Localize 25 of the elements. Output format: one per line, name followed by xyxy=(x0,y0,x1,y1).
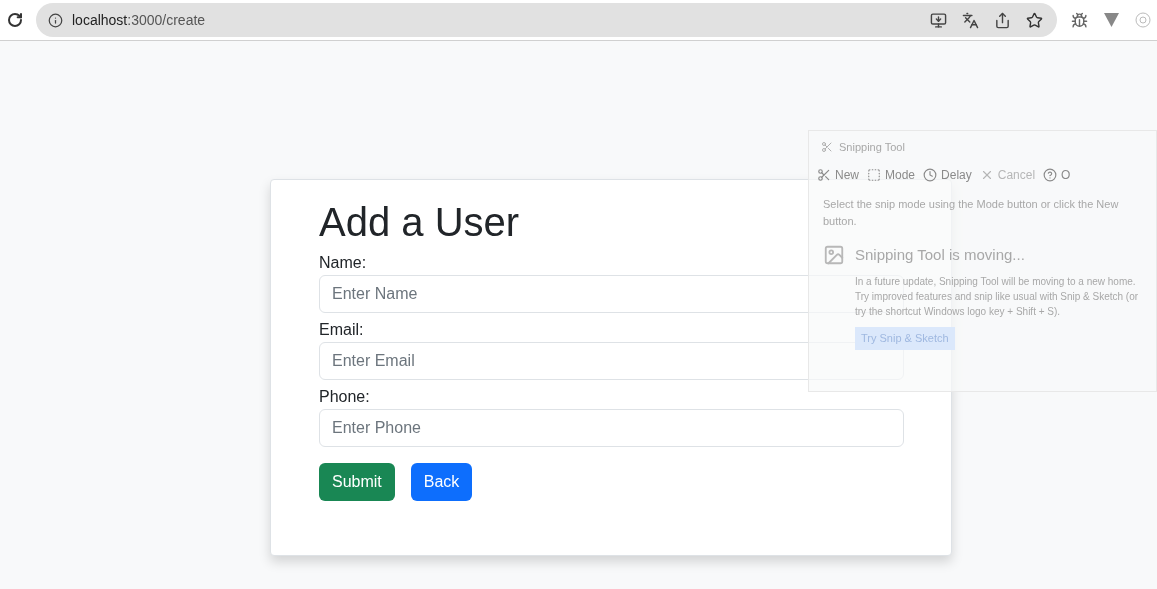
field-label: Email: xyxy=(319,320,364,340)
form-button[interactable]: Back xyxy=(410,463,473,501)
translate-icon[interactable] xyxy=(962,11,979,29)
text-input[interactable]: Enter Phone xyxy=(319,409,904,447)
install-icon[interactable] xyxy=(930,11,947,29)
scissors-icon xyxy=(817,167,831,182)
window-title: Snipping Tool xyxy=(839,140,905,155)
notice-title: Snipping Tool is moving... xyxy=(855,244,1026,265)
info-icon[interactable] xyxy=(48,12,63,28)
dashed-square-icon xyxy=(867,167,881,182)
hint-text: Select the snip mode using the Mode button or click the New button. xyxy=(822,196,1120,229)
bookmark-star-icon[interactable] xyxy=(1026,11,1043,29)
photo-icon xyxy=(823,243,845,266)
app-icon xyxy=(821,141,833,154)
help-icon xyxy=(1043,167,1058,182)
field-label: Name: xyxy=(319,253,367,273)
url-text: localhost:3000/create xyxy=(72,10,206,30)
form-title: Add a User xyxy=(319,199,520,246)
share-icon[interactable] xyxy=(994,11,1011,29)
reload-icon[interactable] xyxy=(7,12,23,28)
address-bar[interactable]: localhost:3000/create xyxy=(36,3,1057,37)
field-label: Phone: xyxy=(319,387,370,407)
clock-icon xyxy=(923,167,938,182)
form-button[interactable]: Submit xyxy=(319,463,395,501)
bug-extension-icon[interactable] xyxy=(1071,11,1088,29)
